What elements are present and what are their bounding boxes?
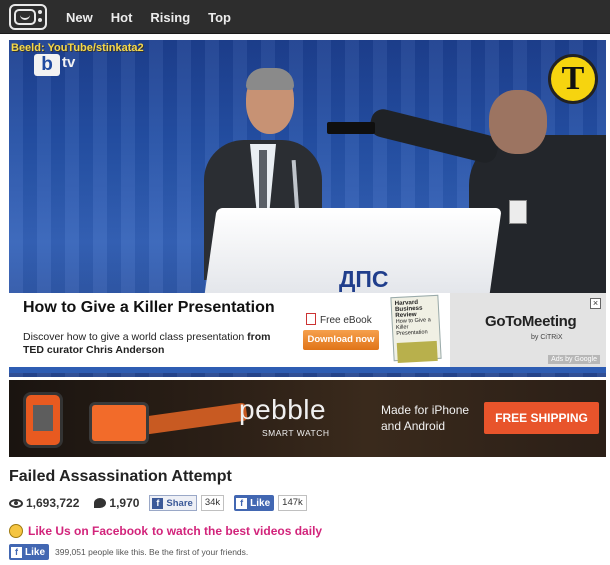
smiley-icon	[9, 524, 23, 538]
nav-new[interactable]: New	[66, 10, 93, 25]
free-shipping-button[interactable]: FREE SHIPPING	[484, 402, 599, 434]
pebble-message: Made for iPhone and Android	[381, 403, 470, 433]
pdf-icon	[306, 313, 316, 325]
gun-shape	[327, 122, 375, 134]
pebble-logo: pebble	[239, 394, 327, 425]
ad-ebook-label: Free eBook	[306, 313, 372, 326]
post-stats: 1,693,722 1,970 f Share 34k f Like 147k	[9, 494, 307, 512]
eye-icon	[9, 498, 23, 508]
comment-icon[interactable]	[94, 498, 107, 508]
ad-title[interactable]: How to Give a Killer Presentation	[23, 299, 275, 317]
pebble-subtitle: SMART WATCH	[262, 428, 330, 438]
facebook-like-button[interactable]: f Like	[234, 495, 275, 511]
nav-hot[interactable]: Hot	[111, 10, 133, 25]
download-now-button[interactable]: Download now	[303, 330, 379, 350]
facebook-icon: f	[152, 497, 164, 509]
telegraaf-logo-icon: T	[548, 54, 598, 104]
watch-image	[23, 392, 63, 448]
figure-gunman-head	[489, 90, 547, 154]
top-navigation-bar: New Hot Rising Top	[0, 0, 610, 34]
pebble-banner-ad[interactable]: pebble SMART WATCH Made for iPhone and A…	[9, 380, 606, 457]
facebook-social-text: 399,051 people like this. Be the first o…	[55, 547, 249, 557]
citrix-logo: by CiTRiX	[531, 334, 563, 341]
site-logo-icon[interactable]	[9, 4, 47, 30]
like-us-link[interactable]: Like Us on Facebook	[28, 524, 148, 538]
ad-description: Discover how to give a world class prese…	[23, 331, 271, 356]
ads-by-google[interactable]: Ads by Google	[548, 355, 600, 364]
comment-count[interactable]: 1,970	[109, 496, 139, 510]
channel-logo: b tv	[34, 54, 75, 76]
video-ad-overlay[interactable]: How to Give a Killer Presentation Discov…	[9, 293, 606, 367]
like-count: 147k	[278, 495, 307, 511]
main-nav: New Hot Rising Top	[66, 0, 249, 34]
video-progress-bar[interactable]	[9, 367, 606, 373]
watch-image-2	[89, 402, 149, 444]
video-credit: Beeld: YouTube/stinkata2	[11, 42, 144, 54]
facebook-share-button[interactable]: f Share	[149, 495, 197, 511]
view-count: 1,693,722	[26, 496, 80, 510]
facebook-page-like-button[interactable]: f Like	[9, 544, 50, 560]
post-title: Failed Assassination Attempt	[9, 468, 232, 485]
lanyard-badge	[509, 200, 527, 224]
facebook-promo: Like Us on Facebook to watch the best vi…	[9, 524, 322, 538]
ebook-cover: Harvard Business Review How to Give a Ki…	[390, 294, 442, 364]
nav-rising[interactable]: Rising	[150, 10, 190, 25]
podium-text: ДПС	[339, 266, 389, 292]
nav-top[interactable]: Top	[208, 10, 231, 25]
gotomeeting-logo: GoToMeeting	[485, 313, 577, 330]
facebook-like-row: f Like 399,051 people like this. Be the f…	[9, 544, 248, 560]
share-count: 34k	[200, 495, 225, 511]
ad-sponsor-panel[interactable]: GoToMeeting by CiTRiX Ads by Google ×	[450, 293, 606, 367]
ad-close-icon[interactable]: ×	[590, 298, 601, 309]
facebook-icon: f	[11, 546, 22, 558]
facebook-icon: f	[236, 497, 248, 509]
